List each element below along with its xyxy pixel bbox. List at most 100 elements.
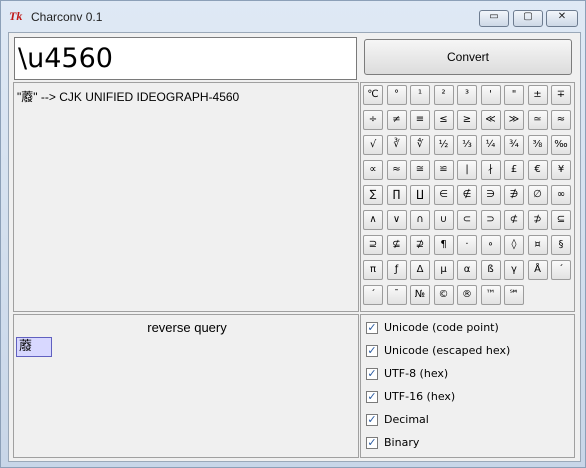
char-button[interactable]: ⊆ bbox=[551, 210, 571, 230]
char-button[interactable]: ≌ bbox=[433, 160, 454, 180]
char-button[interactable]: ∝ bbox=[363, 160, 383, 180]
output-panel: "䕠" --> CJK UNIFIED IDEOGRAPH-4560 bbox=[13, 82, 359, 312]
char-button[interactable]: ⊂ bbox=[457, 210, 477, 230]
char-button[interactable]: μ bbox=[433, 260, 454, 280]
char-button[interactable]: ½ bbox=[433, 135, 454, 155]
char-button[interactable]: ◊ bbox=[504, 235, 524, 255]
char-button[interactable]: ⅓ bbox=[457, 135, 477, 155]
reverse-query-input[interactable]: 䕠 bbox=[16, 337, 52, 357]
char-button[interactable]: ± bbox=[527, 85, 548, 105]
char-button[interactable]: ∏ bbox=[386, 185, 407, 205]
char-button[interactable]: © bbox=[433, 285, 454, 305]
char-button[interactable]: ∐ bbox=[410, 185, 430, 205]
char-button[interactable]: ∨ bbox=[386, 210, 407, 230]
char-button[interactable]: ∅ bbox=[527, 185, 548, 205]
char-button[interactable]: § bbox=[551, 235, 571, 255]
minimize-button[interactable]: ▭ bbox=[479, 10, 509, 27]
tk-icon: Tk bbox=[9, 9, 23, 23]
char-button[interactable]: ∑ bbox=[363, 185, 383, 205]
option-label: UTF-16 (hex) bbox=[384, 390, 456, 403]
char-button[interactable]: ‰ bbox=[551, 135, 571, 155]
char-button[interactable]: ∛ bbox=[386, 135, 407, 155]
char-button[interactable]: ¥ bbox=[551, 160, 571, 180]
char-button[interactable]: ∘ bbox=[480, 235, 501, 255]
char-button[interactable]: ℠ bbox=[504, 285, 524, 305]
checkbox-icon[interactable]: ✓ bbox=[366, 414, 378, 426]
char-button[interactable]: ≥ bbox=[457, 110, 477, 130]
client-area: \u4560 Convert "䕠" --> CJK UNIFIED IDEOG… bbox=[8, 32, 581, 462]
char-button[interactable]: " bbox=[504, 85, 524, 105]
char-button[interactable]: £ bbox=[504, 160, 524, 180]
char-button[interactable]: ∤ bbox=[480, 160, 501, 180]
char-button[interactable]: ¯ bbox=[386, 285, 407, 305]
char-button[interactable]: ≪ bbox=[480, 110, 501, 130]
char-button[interactable]: ∪ bbox=[433, 210, 454, 230]
char-button[interactable]: ≫ bbox=[504, 110, 524, 130]
char-button[interactable]: ² bbox=[433, 85, 454, 105]
char-button[interactable]: ™ bbox=[480, 285, 501, 305]
char-button[interactable]: ℃ bbox=[363, 85, 383, 105]
char-button[interactable]: ⊄ bbox=[504, 210, 524, 230]
char-button[interactable]: ¹ bbox=[410, 85, 430, 105]
char-button[interactable]: ⊇ bbox=[363, 235, 383, 255]
char-button[interactable]: ⊃ bbox=[480, 210, 501, 230]
char-button[interactable]: ≤ bbox=[433, 110, 454, 130]
char-button[interactable]: ⅜ bbox=[527, 135, 548, 155]
convert-button[interactable]: Convert bbox=[364, 39, 572, 75]
char-button[interactable]: ˊ bbox=[363, 285, 383, 305]
char-button[interactable]: ∉ bbox=[457, 185, 477, 205]
checkbox-icon[interactable]: ✓ bbox=[366, 345, 378, 357]
char-button[interactable]: ⊈ bbox=[386, 235, 407, 255]
char-button[interactable]: ° bbox=[386, 85, 407, 105]
char-button[interactable]: ≠ bbox=[386, 110, 407, 130]
maximize-button[interactable]: ▢ bbox=[513, 10, 543, 27]
char-button[interactable]: ≈ bbox=[386, 160, 407, 180]
char-button[interactable]: ∋ bbox=[480, 185, 501, 205]
char-button[interactable]: ∞ bbox=[551, 185, 571, 205]
char-button[interactable]: ∓ bbox=[551, 85, 571, 105]
char-button[interactable]: ∌ bbox=[504, 185, 524, 205]
char-button[interactable]: ≃ bbox=[527, 110, 548, 130]
char-button[interactable]: γ bbox=[504, 260, 524, 280]
char-button[interactable]: ∜ bbox=[410, 135, 430, 155]
char-button[interactable]: ∧ bbox=[363, 210, 383, 230]
char-button[interactable]: · bbox=[457, 235, 477, 255]
option-label: UTF-8 (hex) bbox=[384, 367, 449, 380]
char-button[interactable]: ' bbox=[480, 85, 501, 105]
char-button[interactable]: ® bbox=[457, 285, 477, 305]
char-button[interactable]: ´ bbox=[551, 260, 571, 280]
title-bar[interactable]: Tk Charconv 0.1 ▭ ▢ ✕ bbox=[1, 1, 585, 31]
checkbox-icon[interactable]: ✓ bbox=[366, 322, 378, 334]
char-button[interactable]: ≈ bbox=[551, 110, 571, 130]
char-button[interactable]: ¾ bbox=[504, 135, 524, 155]
char-button[interactable]: ∈ bbox=[433, 185, 454, 205]
char-button[interactable]: ¼ bbox=[480, 135, 501, 155]
char-button[interactable]: ¤ bbox=[527, 235, 548, 255]
checkbox-icon[interactable]: ✓ bbox=[366, 368, 378, 380]
query-input[interactable]: \u4560 bbox=[14, 37, 357, 80]
char-button[interactable]: Å bbox=[527, 260, 548, 280]
char-button[interactable]: ⊅ bbox=[527, 210, 548, 230]
char-button[interactable]: ³ bbox=[457, 85, 477, 105]
char-button[interactable]: ≡ bbox=[410, 110, 430, 130]
char-button[interactable]: ß bbox=[480, 260, 501, 280]
close-button[interactable]: ✕ bbox=[546, 10, 578, 27]
char-button[interactable]: √ bbox=[363, 135, 383, 155]
char-button[interactable]: ƒ bbox=[386, 260, 407, 280]
char-button[interactable]: | bbox=[457, 160, 477, 180]
char-button[interactable]: ⊉ bbox=[410, 235, 430, 255]
checkbox-icon[interactable]: ✓ bbox=[366, 437, 378, 449]
char-button[interactable]: ÷ bbox=[363, 110, 383, 130]
close-icon: ✕ bbox=[557, 11, 567, 22]
char-button[interactable]: α bbox=[457, 260, 477, 280]
option-label: Unicode (code point) bbox=[384, 321, 499, 334]
char-button[interactable]: ∩ bbox=[410, 210, 430, 230]
output-options-panel: ✓ Unicode (code point) ✓ Unicode (escaped h… bbox=[360, 314, 575, 458]
char-button[interactable]: ¶ bbox=[433, 235, 454, 255]
char-button[interactable]: π bbox=[363, 260, 383, 280]
char-button[interactable]: € bbox=[527, 160, 548, 180]
char-button[interactable]: ≅ bbox=[410, 160, 430, 180]
char-button[interactable]: Δ bbox=[410, 260, 430, 280]
char-button[interactable]: № bbox=[410, 285, 430, 305]
checkbox-icon[interactable]: ✓ bbox=[366, 391, 378, 403]
